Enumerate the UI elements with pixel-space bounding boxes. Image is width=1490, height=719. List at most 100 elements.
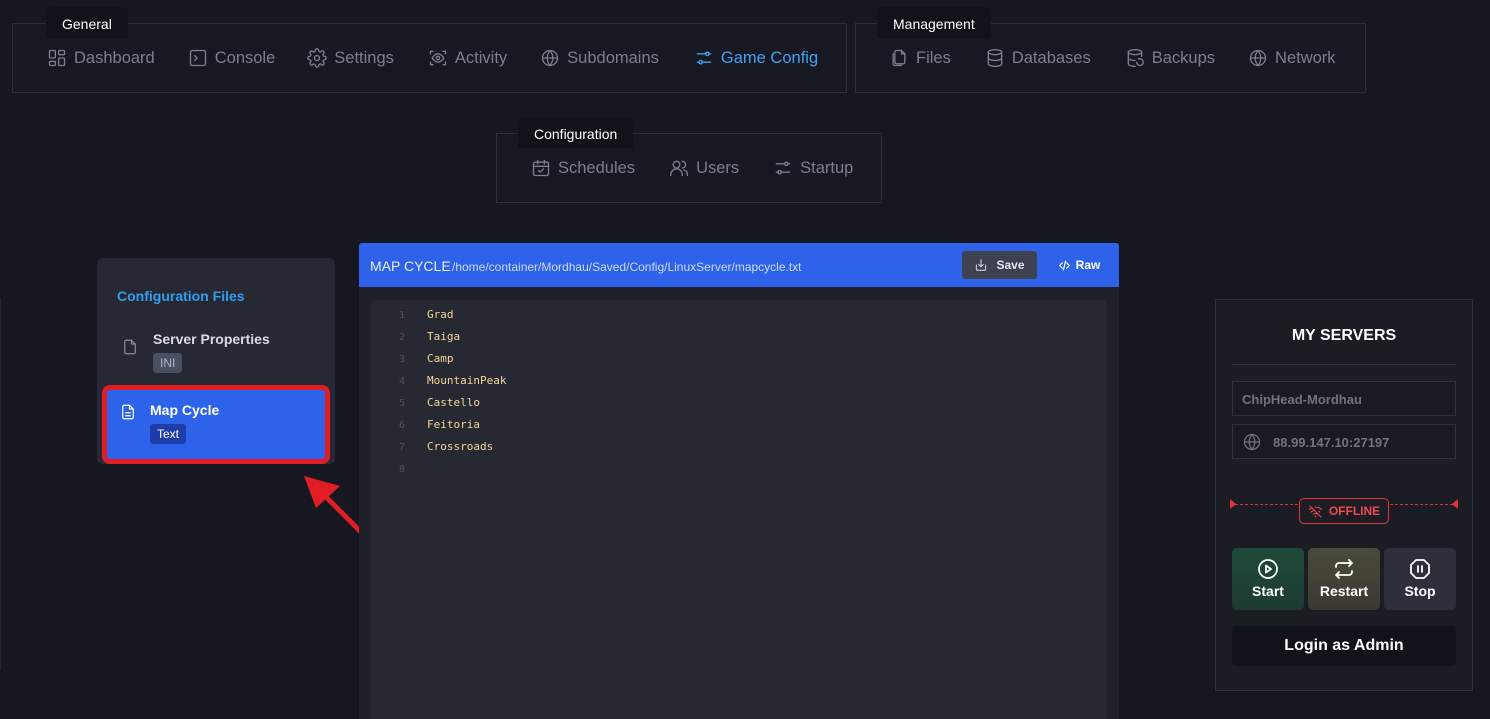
nav-group-management: Management Files Databases Backups Netwo…	[855, 7, 1366, 93]
users-icon	[669, 158, 689, 178]
file-item-name: Map Cycle	[150, 402, 220, 418]
terminal-icon	[188, 48, 208, 68]
status-line-marker-right	[1452, 499, 1458, 509]
nav-item-label: Schedules	[558, 158, 636, 177]
server-name-field: ChipHead-Mordhau	[1232, 381, 1456, 416]
line-number: 5	[398, 398, 405, 409]
nav-item-label: Startup	[800, 158, 854, 177]
my-servers-title: MY SERVERS	[1291, 327, 1397, 344]
status-line-marker-left	[1230, 499, 1236, 509]
nav-item-startup[interactable]: Startup	[773, 158, 853, 178]
login-button-label: Login as Admin	[1284, 637, 1404, 654]
files-icon	[889, 48, 909, 68]
code-line-text: Feitoria	[427, 418, 480, 431]
stop-button[interactable]: Stop	[1384, 548, 1456, 610]
nav-item-label: Settings	[334, 48, 394, 67]
code-line-text: Crossroads	[427, 440, 494, 453]
file-item-server-properties[interactable]: Server Properties INI	[105, 324, 327, 378]
save-button[interactable]: Save	[962, 251, 1037, 279]
nav-item-settings[interactable]: Settings	[307, 48, 394, 68]
line-number: 8	[398, 464, 405, 475]
calendar-icon	[531, 158, 551, 178]
nav-item-users[interactable]: Users	[669, 158, 739, 178]
nav-group-general-legend: General	[46, 7, 128, 38]
editor-header: MAP CYCLE /home/container/Mordhau/Saved/…	[359, 243, 1119, 287]
nav-group-management-legend: Management	[877, 7, 991, 38]
config-files-sidebar: Configuration Files Server Properties IN…	[97, 258, 335, 464]
code-icon	[1058, 259, 1071, 272]
code-line-text: MountainPeak	[427, 374, 507, 387]
code-line: 8	[371, 458, 1107, 480]
nav-group-general: General Dashboard Console Settings Activ…	[12, 7, 847, 93]
line-number: 1	[398, 310, 405, 321]
file-item-name: Server Properties	[153, 331, 270, 347]
file-type-badge: INI	[153, 353, 183, 373]
stop-button-label: Stop	[1404, 583, 1436, 599]
code-line-text: Camp	[427, 352, 454, 365]
restart-button[interactable]: Restart	[1308, 548, 1380, 610]
line-number: 4	[398, 376, 405, 387]
raw-button-label: Raw	[1075, 258, 1101, 272]
code-editor[interactable]: 1 Grad 2 Taiga 3 Camp 4 MountainPeak 5 Castello 6 F…	[371, 300, 1107, 719]
nav-item-game-config[interactable]: Game Config	[694, 48, 818, 68]
repeat-icon	[1332, 557, 1356, 581]
nav-item-files[interactable]: Files	[889, 48, 951, 68]
globe-icon	[540, 48, 560, 68]
line-number: 6	[398, 420, 405, 431]
sidebar-title: Configuration Files	[117, 288, 245, 304]
editor-title: MAP CYCLE	[370, 258, 451, 274]
nav-item-label: Dashboard	[74, 48, 155, 67]
sliders-icon	[694, 48, 714, 68]
nav-item-label: Subdomains	[567, 48, 659, 67]
nav-item-dashboard[interactable]: Dashboard	[47, 48, 155, 68]
code-line: 5 Castello	[371, 392, 1107, 414]
code-line-text: Castello	[427, 396, 480, 409]
nav-item-activity[interactable]: Activity	[428, 48, 507, 68]
nav-item-console[interactable]: Console	[188, 48, 276, 68]
line-number: 7	[398, 442, 405, 453]
backup-icon	[1125, 48, 1145, 68]
start-button-label: Start	[1252, 583, 1284, 599]
nav-item-backups[interactable]: Backups	[1125, 48, 1215, 68]
server-name-value: ChipHead-Mordhau	[1242, 392, 1362, 407]
restart-button-label: Restart	[1319, 583, 1369, 599]
code-line: 4 MountainPeak	[371, 370, 1107, 392]
server-address-value: 88.99.147.10:27197	[1273, 435, 1390, 450]
nav-item-label: Files	[916, 48, 951, 67]
login-as-admin-button[interactable]: Login as Admin	[1232, 626, 1456, 666]
sliders-icon	[773, 158, 793, 178]
globe-icon	[1242, 432, 1262, 452]
dashboard-icon	[47, 48, 67, 68]
play-icon	[1256, 557, 1280, 581]
database-icon	[985, 48, 1005, 68]
nav-item-schedules[interactable]: Schedules	[531, 158, 635, 178]
nav-group-configuration: Configuration Schedules Users Startup	[496, 117, 882, 203]
status-label: OFFLINE	[1328, 504, 1381, 518]
nav-item-label: Console	[214, 48, 276, 67]
left-edge-divider	[0, 298, 1, 670]
file-item-map-cycle[interactable]: Map Cycle Text	[102, 385, 330, 464]
code-line: 6 Feitoria	[371, 414, 1107, 436]
code-line-text: Taiga	[427, 330, 461, 343]
nav-item-label: Users	[696, 158, 740, 177]
raw-button[interactable]: Raw	[1049, 251, 1109, 279]
editor-file-path: /home/container/Mordhau/Saved/Config/Lin…	[452, 260, 802, 274]
nav-item-label: Game Config	[720, 48, 819, 67]
nav-item-databases[interactable]: Databases	[985, 48, 1091, 68]
nav-item-label: Backups	[1151, 48, 1216, 67]
nav-group-configuration-legend: Configuration	[518, 117, 634, 148]
line-number: 2	[398, 332, 405, 343]
nav-item-network[interactable]: Network	[1248, 48, 1336, 68]
activity-eye-icon	[428, 48, 448, 68]
gear-icon	[307, 48, 328, 68]
code-line: 7 Crossroads	[371, 436, 1107, 458]
pause-icon	[1408, 557, 1432, 581]
globe-icon	[1248, 48, 1268, 68]
start-button[interactable]: Start	[1232, 548, 1304, 610]
code-line: 1 Grad	[371, 304, 1107, 326]
server-address-field: 88.99.147.10:27197	[1232, 424, 1456, 459]
divider	[1232, 364, 1456, 365]
nav-item-label: Databases	[1011, 48, 1091, 67]
file-type-badge: Text	[150, 424, 187, 444]
nav-item-subdomains[interactable]: Subdomains	[540, 48, 659, 68]
